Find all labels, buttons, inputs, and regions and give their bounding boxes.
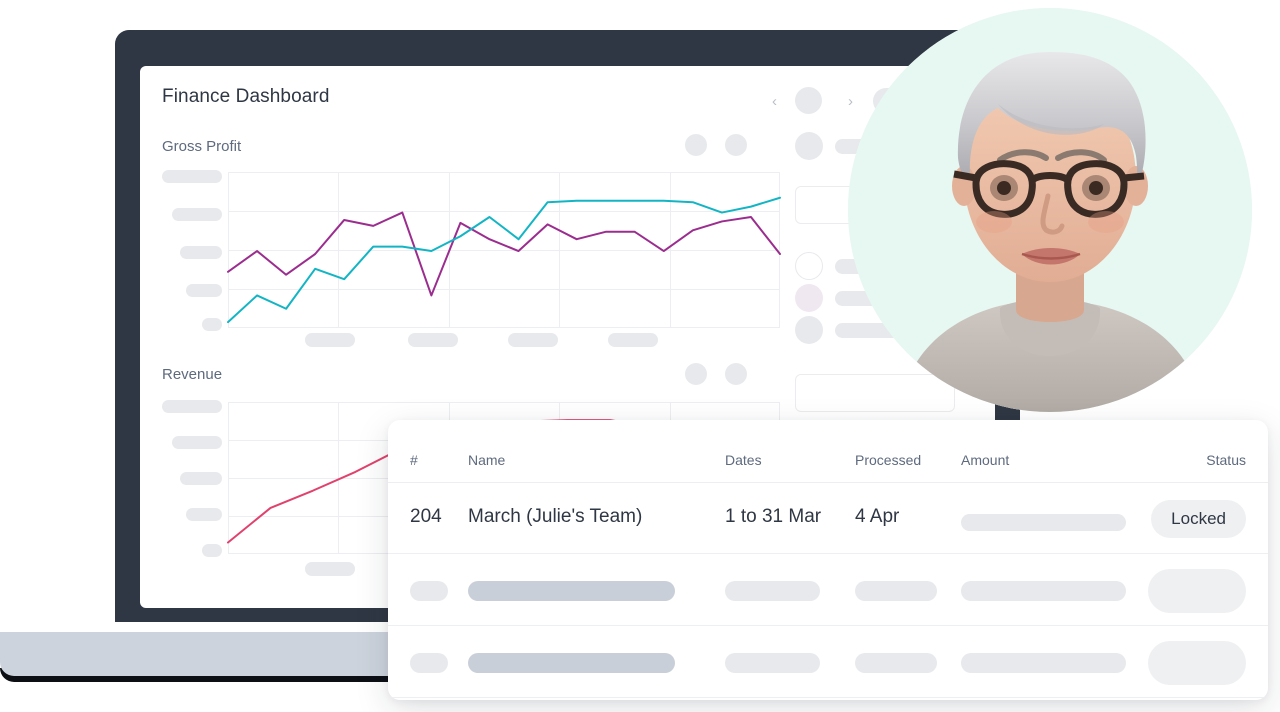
y-axis-label-placeholder	[162, 400, 222, 413]
x-axis-label-placeholder	[408, 333, 458, 347]
screenshot-stage: Finance Dashboard ‹ › Gross Profit Reven…	[0, 0, 1280, 712]
portrait-photo	[848, 8, 1252, 412]
column-header-processed: Processed	[855, 452, 922, 468]
gross-profit-action-1[interactable]	[685, 134, 707, 156]
cell-dates-placeholder	[725, 581, 820, 601]
panel-label-revenue: Revenue	[162, 366, 223, 383]
cell-dates: 1 to 31 Mar	[725, 506, 822, 527]
revenue-action-1[interactable]	[685, 363, 707, 385]
column-header-status: Status	[1206, 452, 1246, 468]
y-axis-label-placeholder	[180, 472, 222, 485]
cell-num: 204	[410, 506, 442, 527]
gross-profit-line-plot	[227, 196, 781, 324]
cell-amount-placeholder	[961, 653, 1126, 673]
cell-name: March (Julie's Team)	[468, 506, 643, 527]
x-axis-label-placeholder	[608, 333, 658, 347]
cell-name-placeholder	[468, 581, 675, 601]
panel-label-gross-profit: Gross Profit	[162, 138, 242, 155]
y-axis-label-placeholder	[162, 170, 222, 183]
cell-processed-placeholder	[855, 653, 937, 673]
chart-gross-profit	[227, 172, 781, 328]
y-axis-label-placeholder	[186, 284, 222, 297]
x-axis-label-placeholder	[305, 333, 355, 347]
y-axis-label-placeholder	[172, 436, 222, 449]
revenue-action-2[interactable]	[725, 363, 747, 385]
cell-processed: 4 Apr	[855, 506, 900, 527]
y-axis-label-placeholder	[180, 246, 222, 259]
page-title: Finance Dashboard	[162, 86, 330, 107]
cell-num-placeholder	[410, 581, 448, 601]
table-row-placeholder[interactable]	[388, 554, 1268, 626]
y-axis-label-placeholder	[172, 208, 222, 221]
cell-num-placeholder	[410, 653, 448, 673]
cell-processed-placeholder	[855, 581, 937, 601]
series-line	[227, 211, 781, 297]
table-header: # Name Dates Processed Amount Status	[388, 420, 1268, 483]
status-badge-placeholder	[1148, 641, 1246, 685]
x-axis-label-placeholder	[508, 333, 558, 347]
cell-amount-placeholder	[961, 581, 1126, 601]
column-header-dates: Dates	[725, 452, 762, 468]
status-badge-placeholder	[1148, 569, 1246, 613]
y-axis-label-placeholder	[202, 544, 222, 557]
y-axis-label-placeholder	[186, 508, 222, 521]
status-badge[interactable]: Locked	[1151, 500, 1246, 538]
cell-name-placeholder	[468, 653, 675, 673]
cell-dates-placeholder	[725, 653, 820, 673]
chevron-left-icon[interactable]: ‹	[772, 94, 777, 109]
column-header-name: Name	[468, 452, 506, 468]
table-row[interactable]: 204 March (Julie's Team) 1 to 31 Mar 4 A…	[388, 482, 1268, 554]
y-axis-label-placeholder	[202, 318, 222, 331]
column-header-num: #	[410, 452, 418, 468]
series-line	[227, 196, 781, 324]
table-row-placeholder[interactable]	[388, 626, 1268, 698]
x-axis-label-placeholder	[305, 562, 355, 576]
gross-profit-action-2[interactable]	[725, 134, 747, 156]
column-header-amount: Amount	[961, 452, 1010, 468]
cell-amount-placeholder	[961, 514, 1126, 531]
portrait	[848, 8, 1252, 412]
payruns-table-card: # Name Dates Processed Amount Status 204…	[388, 420, 1268, 700]
